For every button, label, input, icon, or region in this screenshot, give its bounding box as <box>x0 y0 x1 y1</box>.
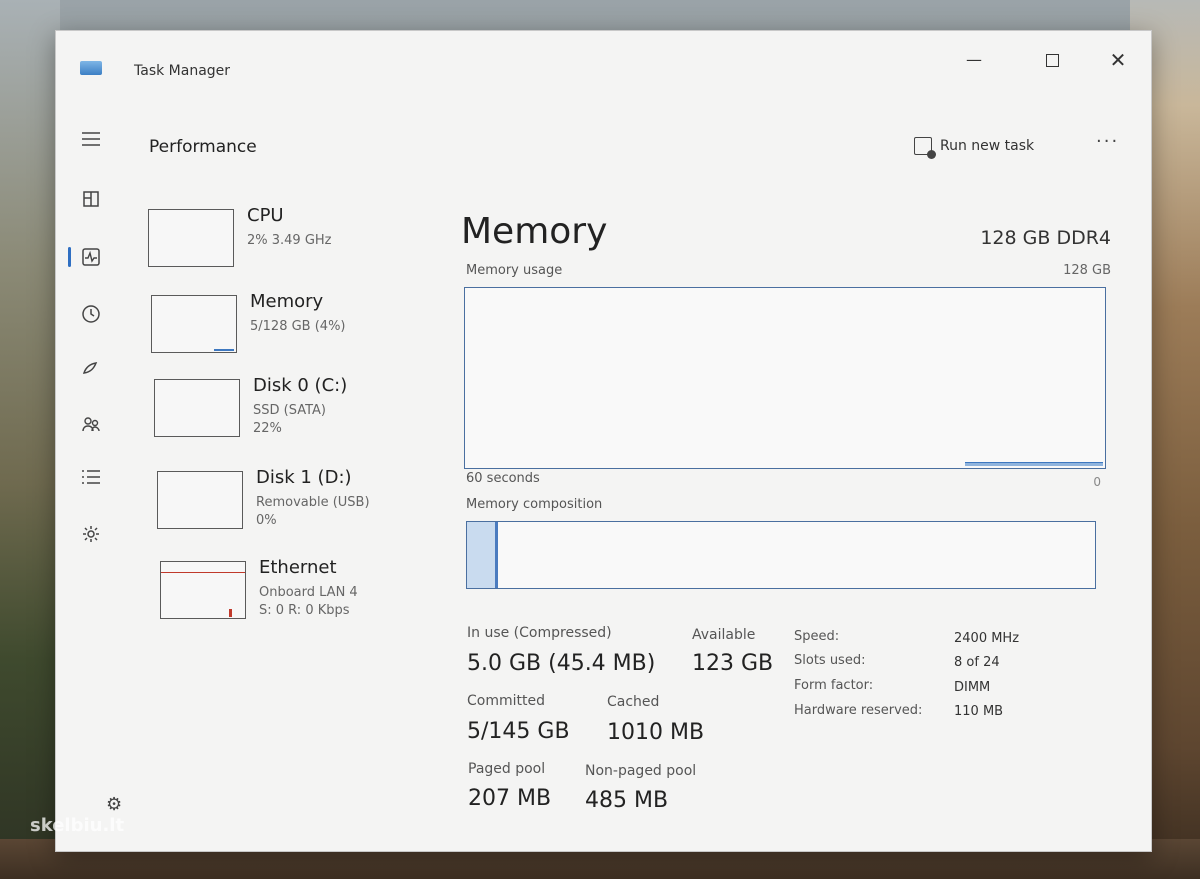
minimize-button[interactable]: — <box>956 45 992 75</box>
in-use-label: In use (Compressed) <box>467 625 612 641</box>
disk1-graph-thumbnail <box>157 471 243 529</box>
form-factor-label: Form factor: <box>794 678 874 693</box>
memory-usage-max: 128 GB <box>1063 263 1111 278</box>
watermark-logo: skelbiu.lt <box>30 815 125 836</box>
non-paged-pool-value: 485 MB <box>585 788 669 813</box>
desktop-background-left <box>0 0 60 879</box>
perf-item-usage: S: 0 R: 0 Kbps <box>259 603 350 618</box>
hardware-reserved-label: Hardware reserved: <box>794 703 923 718</box>
maximize-icon <box>1045 54 1059 67</box>
slots-used-label: Slots used: <box>794 653 866 668</box>
available-label: Available <box>692 627 756 643</box>
perf-item-detail: 5/128 GB (4%) <box>250 319 346 334</box>
more-options-button[interactable]: ··· <box>1096 131 1119 152</box>
ethernet-graph-thumbnail <box>160 561 246 619</box>
app-history-icon[interactable] <box>80 304 102 326</box>
perf-item-name: CPU <box>247 205 284 226</box>
perf-item-ethernet[interactable]: Ethernet Onboard LAN 4 S: 0 R: 0 Kbps <box>160 555 460 625</box>
page-title: Performance <box>149 137 257 157</box>
perf-item-detail: Onboard LAN 4 <box>259 585 358 600</box>
details-icon[interactable] <box>80 468 102 490</box>
committed-label: Committed <box>467 693 545 709</box>
memory-thumb-line <box>214 349 234 351</box>
services-icon[interactable] <box>80 524 102 546</box>
memory-type: 128 GB DDR4 <box>980 227 1111 249</box>
perf-item-detail: Removable (USB) <box>256 495 370 510</box>
committed-value: 5/145 GB <box>467 719 570 744</box>
memory-heading: Memory <box>461 211 608 252</box>
non-paged-pool-label: Non-paged pool <box>585 763 697 779</box>
active-nav-indicator <box>68 247 71 267</box>
slots-used-value: 8 of 24 <box>954 655 1000 670</box>
cpu-graph-thumbnail <box>148 209 234 267</box>
perf-item-usage: 22% <box>253 421 282 436</box>
graph-time-span: 60 seconds <box>466 471 540 486</box>
memory-composition-bar <box>466 521 1096 589</box>
performance-icon[interactable] <box>80 247 102 269</box>
perf-item-name: Disk 0 (C:) <box>253 375 348 396</box>
task-manager-app-icon <box>80 61 102 75</box>
users-icon[interactable] <box>80 414 102 436</box>
perf-item-usage: 0% <box>256 513 277 528</box>
perf-item-detail: SSD (SATA) <box>253 403 326 418</box>
hamburger-icon[interactable] <box>80 131 102 153</box>
form-factor-value: DIMM <box>954 680 991 695</box>
hardware-reserved-value: 110 MB <box>954 704 1004 719</box>
startup-icon[interactable] <box>80 359 102 381</box>
speed-label: Speed: <box>794 629 840 644</box>
in-use-value: 5.0 GB (45.4 MB) <box>467 651 656 676</box>
available-value: 123 GB <box>692 651 774 676</box>
perf-item-name: Ethernet <box>259 557 337 578</box>
perf-item-disk-0[interactable]: Disk 0 (C:) SSD (SATA) 22% <box>154 373 454 443</box>
processes-icon[interactable] <box>80 189 102 211</box>
run-new-task-button[interactable]: Run new task <box>914 137 1035 159</box>
memory-usage-graph <box>464 287 1106 469</box>
memory-composition-label: Memory composition <box>466 497 603 512</box>
speed-value: 2400 MHz <box>954 631 1020 646</box>
memory-usage-label: Memory usage <box>466 263 563 278</box>
run-new-task-label: Run new task <box>940 138 1035 154</box>
perf-item-memory[interactable]: Memory 5/128 GB (4%) <box>151 289 451 359</box>
ethernet-thumb-line <box>161 572 245 573</box>
close-button[interactable]: ✕ <box>1100 45 1136 75</box>
perf-item-name: Disk 1 (D:) <box>256 467 352 488</box>
paged-pool-value: 207 MB <box>468 786 552 811</box>
settings-icon[interactable]: ⚙ <box>106 794 122 815</box>
cached-value: 1010 MB <box>607 720 705 745</box>
title-bar[interactable]: Task Manager — ✕ <box>56 31 1151 91</box>
perf-item-cpu[interactable]: CPU 2% 3.49 GHz <box>148 203 448 273</box>
perf-item-name: Memory <box>250 291 324 312</box>
disk0-graph-thumbnail <box>154 379 240 437</box>
perf-item-disk-1[interactable]: Disk 1 (D:) Removable (USB) 0% <box>157 465 457 535</box>
graph-min-value: 0 <box>1093 475 1101 489</box>
memory-graph-thumbnail <box>151 295 237 353</box>
memory-usage-line <box>965 462 1103 466</box>
maximize-button[interactable] <box>1034 45 1070 75</box>
task-manager-window: Task Manager — ✕ ⚙ Performance Run new t… <box>55 30 1152 852</box>
paged-pool-label: Paged pool <box>468 761 546 777</box>
perf-item-detail: 2% 3.49 GHz <box>247 233 332 248</box>
window-title: Task Manager <box>134 63 231 79</box>
cached-label: Cached <box>607 694 660 710</box>
ethernet-thumb-spike <box>229 609 232 617</box>
run-task-icon <box>914 137 936 159</box>
memory-composition-in-use <box>467 522 498 588</box>
